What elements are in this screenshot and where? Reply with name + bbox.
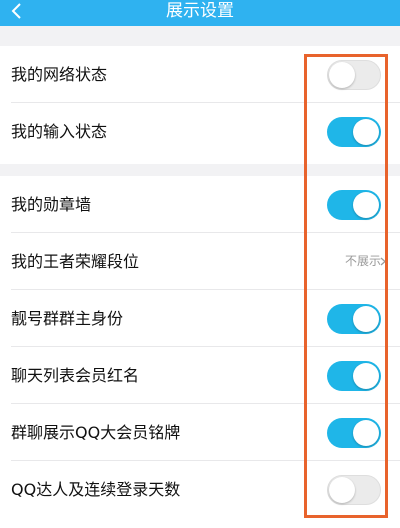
section-gap	[0, 26, 400, 46]
setting-label: 群聊展示QQ大会员铭牌	[11, 423, 181, 442]
header-bar: 展示设置	[0, 0, 400, 26]
setting-label: 聊天列表会员红名	[11, 366, 140, 385]
page-title: 展示设置	[166, 1, 234, 21]
setting-label: 我的网络状态	[11, 65, 108, 84]
setting-label: QQ达人及连续登录天数	[11, 480, 181, 499]
highlight-box	[304, 54, 388, 518]
setting-label: 我的王者荣耀段位	[11, 252, 140, 271]
setting-label: 我的勋章墙	[11, 195, 92, 214]
setting-label: 我的输入状态	[11, 122, 108, 141]
setting-label: 靓号群群主身份	[11, 309, 124, 328]
